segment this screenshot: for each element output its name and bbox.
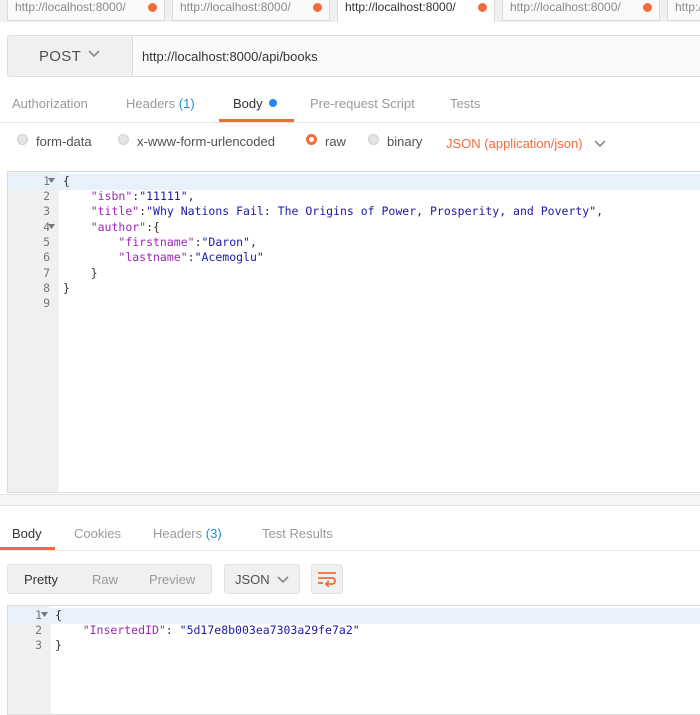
unsaved-dot-icon	[148, 3, 157, 12]
code-line: "title":"Why Nations Fail: The Origins o…	[90, 204, 604, 218]
request-tab-1[interactable]: http://localhost:8000/	[7, 0, 165, 21]
fold-arrow-icon[interactable]	[48, 224, 55, 229]
line-number: 6	[43, 250, 50, 264]
response-tab-body[interactable]: Body	[12, 526, 42, 541]
tab-strip: http://localhost:8000/ http://localhost:…	[0, 0, 700, 22]
line-number: 8	[43, 281, 50, 295]
headers-count: (1)	[178, 96, 195, 111]
response-format-select[interactable]: JSON	[224, 564, 300, 594]
code-line: "InsertedID": "5d17e8b003ea7303a29fe7a2"	[82, 623, 360, 637]
request-tab-label: http://localhost:8000/	[510, 0, 621, 14]
unsaved-dot-icon	[643, 3, 652, 12]
response-format-label: JSON	[235, 572, 270, 587]
tab-headers-label: Headers	[126, 96, 176, 111]
tab-authorization[interactable]: Authorization	[12, 96, 88, 111]
active-tab-indicator	[0, 547, 55, 550]
response-headers-count: (3)	[205, 526, 222, 541]
response-tabs: Body Cookies Headers (3) Test Results	[0, 520, 700, 551]
request-body-editor[interactable]: 1 2 3 4 5 6 7 8 9 { "isbn":"11111", "tit…	[7, 171, 700, 493]
code-line: "author":{	[90, 220, 160, 234]
body-modified-dot-icon	[268, 99, 277, 107]
request-tab-4[interactable]: http://localhost:8000/	[502, 0, 660, 21]
unsaved-dot-icon	[478, 3, 487, 12]
line-number: 2	[43, 189, 50, 203]
code-line: "isbn":"11111",	[90, 189, 195, 203]
response-tab-headers[interactable]: Headers (3)	[153, 526, 222, 541]
active-line-highlight	[8, 174, 700, 190]
tab-headers[interactable]: Headers (1)	[126, 96, 195, 111]
line-number: 3	[43, 204, 50, 218]
radio-urlencoded[interactable]	[118, 134, 129, 145]
code-line: "lastname":"Acemoglu"	[118, 250, 264, 264]
line-number: 2	[35, 623, 42, 637]
section-divider	[0, 494, 700, 506]
line-number: 9	[43, 296, 50, 310]
response-tab-headers-label: Headers	[153, 526, 203, 541]
active-line-highlight	[8, 608, 700, 624]
fold-arrow-icon[interactable]	[41, 612, 48, 617]
request-tab-label: http://localhost:8000/	[345, 0, 456, 14]
request-tab-label: http://localhost:8000/	[180, 0, 291, 14]
option-urlencoded[interactable]: x-www-form-urlencoded	[137, 134, 275, 149]
request-tabs: Authorization Headers (1) Body Pre-reque…	[0, 92, 700, 123]
url-bar: POST	[7, 35, 700, 77]
request-tab-label: http://localhost:8000/	[675, 0, 700, 14]
line-number: 5	[43, 235, 50, 249]
code-line: {	[55, 608, 62, 622]
request-tab-2[interactable]: http://localhost:8000/	[172, 0, 330, 21]
chevron-down-icon	[88, 50, 100, 58]
code-line: }	[63, 266, 98, 280]
code-line: }	[55, 638, 62, 652]
method-label: POST	[39, 48, 82, 65]
tab-tests[interactable]: Tests	[450, 96, 480, 111]
line-number: 3	[35, 638, 42, 652]
option-raw[interactable]: raw	[325, 134, 346, 149]
request-tab-label: http://localhost:8000/	[15, 0, 126, 14]
unsaved-dot-icon	[313, 3, 322, 12]
code-line: "firstname":"Daron",	[118, 235, 257, 249]
request-tab-5[interactable]: http://localhost:8000/	[667, 0, 700, 21]
line-number: 7	[43, 266, 50, 280]
radio-raw[interactable]	[306, 134, 317, 145]
active-tab-indicator	[219, 119, 294, 122]
wrap-lines-icon	[318, 572, 336, 587]
chevron-down-icon[interactable]	[594, 140, 606, 148]
method-select[interactable]: POST	[8, 36, 133, 76]
response-body-viewer[interactable]: 1 2 3 { "InsertedID": "5d17e8b003ea7303a…	[7, 605, 700, 715]
raw-button[interactable]: Raw	[92, 572, 118, 587]
chevron-down-icon	[277, 576, 289, 584]
response-tab-cookies[interactable]: Cookies	[74, 526, 121, 541]
radio-binary[interactable]	[368, 134, 379, 145]
code-line: {	[63, 174, 70, 188]
url-input[interactable]	[133, 36, 700, 76]
pretty-button[interactable]: Pretty	[24, 572, 58, 587]
editor-gutter	[8, 172, 59, 492]
code-line: }	[63, 281, 70, 295]
response-tab-test-results[interactable]: Test Results	[262, 526, 333, 541]
tab-body[interactable]: Body	[233, 96, 277, 111]
content-type-select[interactable]: JSON (application/json)	[446, 136, 583, 151]
response-view-mode: Pretty Raw Preview	[7, 564, 212, 594]
fold-arrow-icon[interactable]	[48, 178, 55, 183]
tab-prerequest-script[interactable]: Pre-request Script	[310, 96, 415, 111]
option-binary[interactable]: binary	[387, 134, 422, 149]
radio-form-data[interactable]	[17, 134, 28, 145]
request-tab-3[interactable]: http://localhost:8000/	[337, 0, 495, 22]
tab-body-label: Body	[233, 96, 263, 111]
option-form-data[interactable]: form-data	[36, 134, 92, 149]
wrap-lines-button[interactable]	[311, 564, 343, 594]
preview-button[interactable]: Preview	[149, 572, 195, 587]
body-type-options: form-data x-www-form-urlencoded raw bina…	[0, 130, 700, 158]
